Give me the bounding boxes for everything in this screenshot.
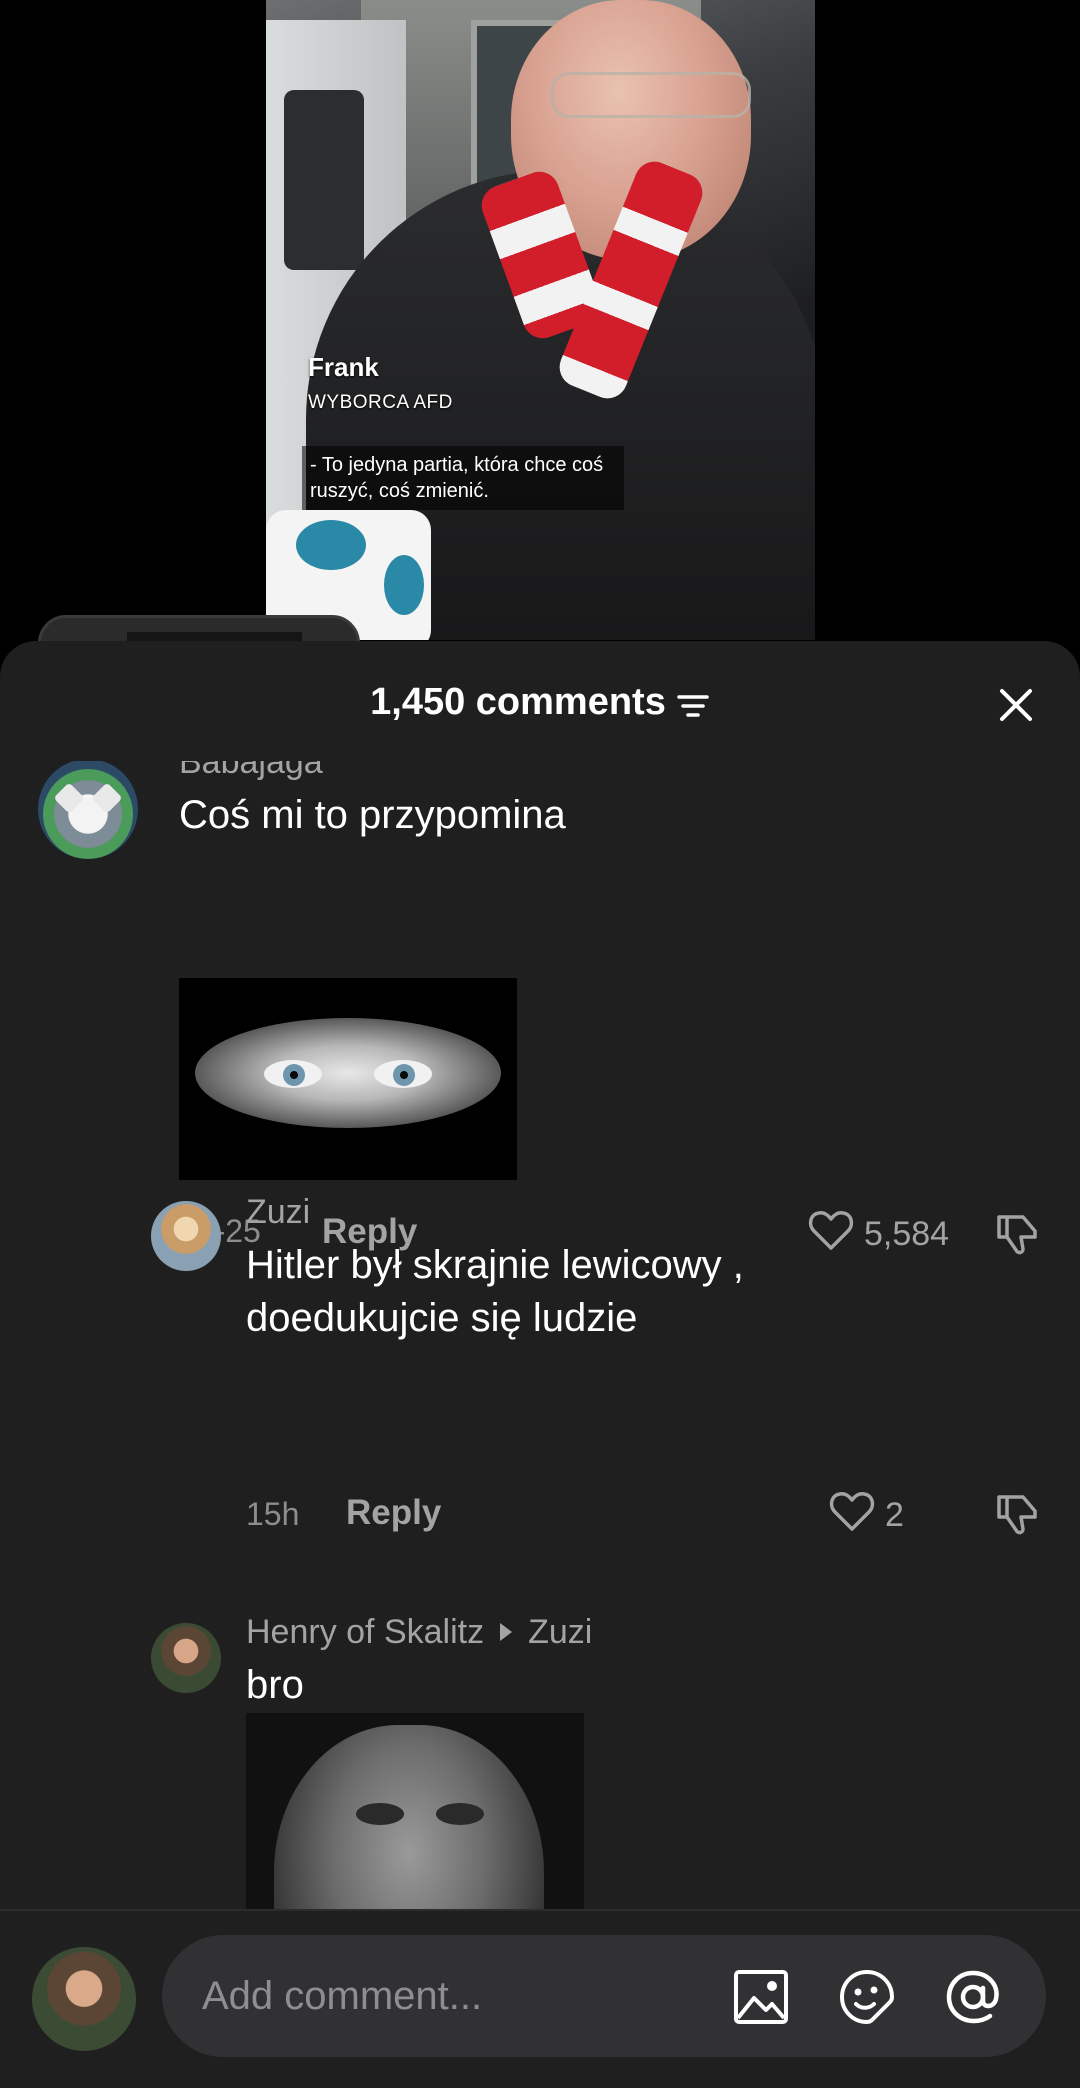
mic-logo-side [384, 555, 424, 615]
comment-username-row: Henry of Skalitz Zuzi [246, 1613, 592, 1652]
avatar[interactable] [151, 1623, 221, 1693]
comment-text: bro [246, 1663, 304, 1707]
video-player[interactable]: Frank WYBORCA AFD - To jedyna partia, kt… [266, 0, 815, 640]
comments-list[interactable]: Babajaga Coś mi to przypomina 08-25 Repl… [0, 761, 1080, 1911]
like-button[interactable]: 2 [829, 1489, 904, 1542]
reply-arrow-icon [498, 1613, 514, 1652]
comment-text: Hitler był skrajnie lewicowy , doedukujc… [246, 1243, 744, 1340]
comment-text: Coś mi to przypomina [179, 793, 566, 837]
like-count: 2 [885, 1496, 904, 1534]
comment-input-box[interactable] [162, 1935, 1046, 2057]
comment-username[interactable]: Henry of Skalitz [246, 1613, 484, 1652]
image-icon[interactable] [732, 1968, 790, 2026]
comments-sheet: 1,450 comments Babajaga Coś mi to przypo… [0, 641, 1080, 2088]
reply-target[interactable]: Zuzi [528, 1613, 592, 1652]
comments-screen: { "video": { "speaker_name": "Frank", "s… [0, 0, 1080, 2088]
comment-composer [0, 1909, 1080, 2088]
comment-username[interactable]: Babajaga [179, 761, 323, 782]
heart-icon [829, 1489, 875, 1542]
close-icon[interactable] [992, 681, 1040, 729]
avatar[interactable] [38, 761, 138, 859]
speaker-glasses [551, 72, 751, 118]
comment-image[interactable] [179, 978, 517, 1180]
comment-date: 15h [246, 1496, 300, 1532]
sheet-header: 1,450 comments [0, 641, 1080, 761]
dislike-icon[interactable] [993, 1209, 1041, 1262]
my-avatar[interactable] [32, 1947, 136, 2051]
mention-icon[interactable] [944, 1968, 1002, 2026]
reply-button[interactable]: Reply [346, 1493, 441, 1533]
like-count: 5,584 [864, 1215, 950, 1253]
comment-input[interactable] [202, 1935, 702, 2057]
filter-icon[interactable] [676, 688, 710, 718]
comment-image[interactable] [246, 1713, 584, 1911]
comments-title: 1,450 comments [0, 681, 1080, 724]
speaker-role: WYBORCA AFD [308, 392, 453, 413]
speaker-name: Frank [308, 352, 379, 382]
avatar[interactable] [151, 1201, 221, 1271]
video-subtitle: - To jedyna partia, która chce coś ruszy… [302, 446, 624, 510]
comment-count: 1,450 comments [370, 681, 666, 723]
dislike-icon[interactable] [993, 1489, 1041, 1542]
comment-username[interactable]: Zuzi [246, 1193, 310, 1232]
sticker-icon[interactable] [838, 1968, 896, 2026]
mic-logo [296, 520, 366, 570]
